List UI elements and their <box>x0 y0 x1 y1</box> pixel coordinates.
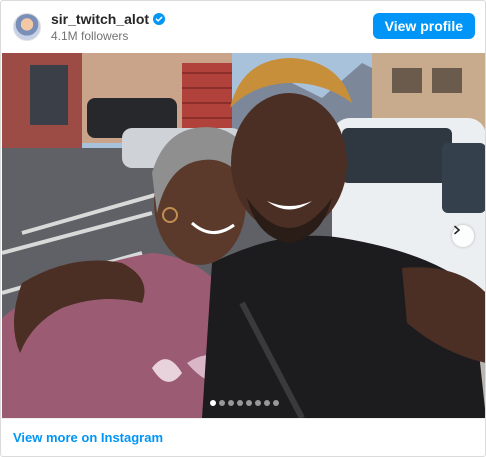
view-more-link[interactable]: View more on Instagram <box>13 430 163 445</box>
next-slide-button[interactable] <box>452 225 474 247</box>
follower-count: 4.1M followers <box>51 29 129 43</box>
carousel-dots <box>2 400 485 406</box>
carousel-dot <box>209 400 216 406</box>
post-photo[interactable] <box>2 53 485 418</box>
carousel-dot <box>245 400 252 406</box>
carousel-dot <box>236 400 243 406</box>
carousel-dot <box>218 400 225 406</box>
username-row: sir_twitch_alot <box>51 11 166 27</box>
profile-info: sir_twitch_alot 4.1M followers <box>51 11 166 43</box>
verified-badge-icon <box>153 13 166 25</box>
view-profile-button[interactable]: View profile <box>372 13 475 39</box>
carousel-dot <box>272 400 279 406</box>
post-footer: View more on Instagram <box>1 418 485 456</box>
carousel-dot <box>254 400 261 406</box>
avatar[interactable] <box>13 13 41 41</box>
carousel-dot <box>227 400 234 406</box>
carousel-dot <box>263 400 270 406</box>
photo-illustration <box>2 53 485 418</box>
instagram-embed: sir_twitch_alot 4.1M followers View prof… <box>0 0 486 457</box>
username[interactable]: sir_twitch_alot <box>51 11 149 27</box>
post-header: sir_twitch_alot 4.1M followers View prof… <box>1 1 485 53</box>
